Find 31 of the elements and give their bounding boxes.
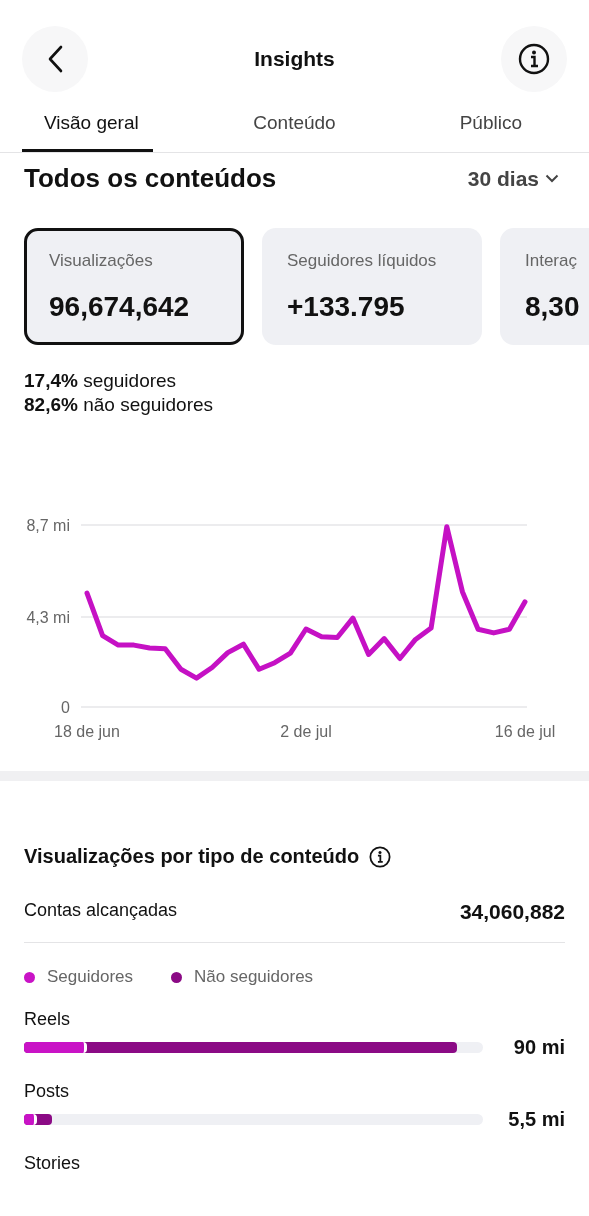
x-tick-label: 2 de jul [280, 723, 332, 740]
audience-share: 82,6% não seguidores [24, 393, 215, 417]
period-dropdown[interactable]: 30 dias [467, 166, 559, 191]
x-tick-label: 18 de jun [54, 723, 120, 740]
y-tick-label: 8,7 mi [26, 517, 70, 534]
y-tick-label: 0 [61, 699, 70, 716]
tab[interactable]: Conteúdo [196, 102, 393, 152]
tab[interactable]: Visão geral [22, 102, 153, 152]
content-type-label: Stories [24, 1153, 82, 1174]
tab[interactable]: Público [392, 102, 589, 152]
legend-label: Seguidores [47, 967, 133, 987]
metric-card[interactable]: Visualizações 96,674,642 [24, 228, 244, 345]
section-title: Todos os conteúdos [24, 163, 277, 194]
bar-value: 5,5 mi [508, 1108, 565, 1131]
chevron-down-icon [545, 174, 559, 183]
back-icon [47, 45, 63, 73]
legend-label: Não seguidores [194, 967, 314, 987]
info-icon[interactable] [369, 845, 392, 868]
page-title: Insights [254, 47, 335, 71]
metric-card[interactable]: Interaç 8,30 [500, 228, 589, 345]
reach-label: Contas alcançadas [24, 900, 178, 922]
content-type-label: Reels [24, 1009, 72, 1030]
x-tick-label: 16 de jul [494, 723, 556, 740]
reach-value: 34,060,882 [459, 900, 565, 924]
metric-card[interactable]: Seguidores líquidos +133.795 [262, 228, 482, 345]
audience-share: 17,4% seguidores [24, 369, 178, 393]
section-title: Visualizações por tipo de conteúdo [24, 845, 360, 868]
bar-value: 90 mi [513, 1036, 565, 1059]
info-icon [518, 43, 550, 75]
y-tick-label: 4,3 mi [26, 609, 70, 627]
content-type-label: Posts [24, 1081, 71, 1102]
